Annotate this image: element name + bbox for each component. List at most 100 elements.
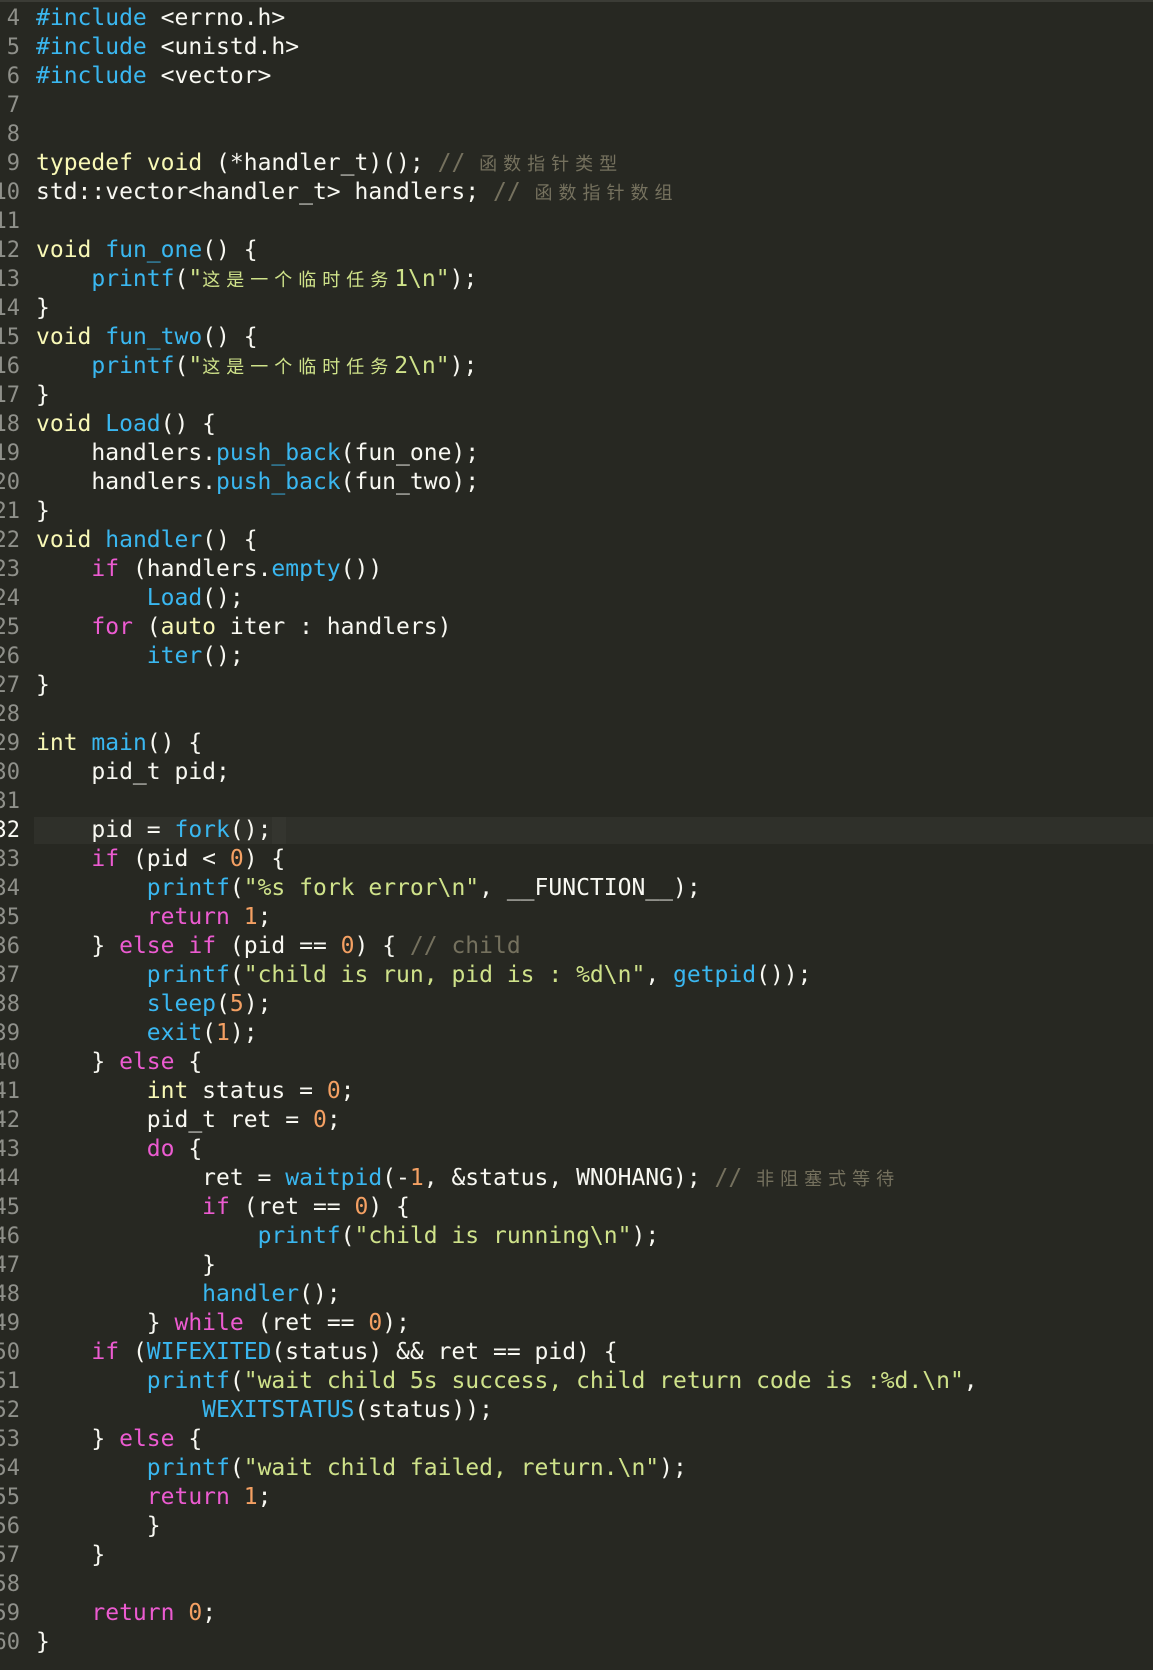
code-line[interactable]: 60}	[0, 1628, 1153, 1657]
line-number: 12	[0, 238, 20, 263]
code-token: ,	[645, 962, 674, 988]
code-token: //	[492, 179, 535, 205]
code-line[interactable]: 42 pid_t ret = 0;	[0, 1106, 1153, 1135]
code-line[interactable]: 25 for (auto iter : handlers)	[0, 613, 1153, 642]
code-line[interactable]: 7	[0, 91, 1153, 120]
code-line[interactable]: 39 exit(1);	[0, 1019, 1153, 1048]
code-line[interactable]: 9 typedef void (*handler_t)(); // 函数指针类型	[0, 149, 1153, 178]
code-line[interactable]: 44 ret = waitpid(-1, &status, WNOHANG); …	[0, 1164, 1153, 1193]
code-token: <vector>	[146, 63, 272, 89]
code-token: }	[36, 933, 120, 959]
code-line[interactable]: 21}	[0, 497, 1153, 526]
code-line[interactable]: 8	[0, 120, 1153, 149]
code-token: (	[174, 266, 189, 292]
code-line[interactable]: 53 } else {	[0, 1425, 1153, 1454]
code-line[interactable]: 19 handlers.push_back(fun_one);	[0, 439, 1153, 468]
code-line[interactable]: 10 std::vector<handler_t> handlers; // 函数…	[0, 178, 1153, 207]
code-line[interactable]: 11	[0, 207, 1153, 236]
code-line[interactable]: 38 sleep(5);	[0, 990, 1153, 1019]
code-line[interactable]: 58	[0, 1570, 1153, 1599]
code-line[interactable]: 47 }	[0, 1251, 1153, 1280]
code-token: else	[119, 933, 175, 959]
code-line[interactable]: 55 return 1;	[0, 1483, 1153, 1512]
code-text: #include <errno.h>	[36, 4, 285, 33]
code-line[interactable]: 13 printf("这是一个临时任务1\n");	[0, 265, 1153, 294]
code-token: );	[631, 1223, 660, 1249]
code-token: printf	[257, 1223, 341, 1249]
code-token: }	[36, 1252, 217, 1278]
code-line[interactable]: 34 printf("%s fork error\n", __FUNCTION_…	[0, 874, 1153, 903]
line-number: 20	[0, 470, 20, 495]
code-line[interactable]: 32 pid = fork();	[0, 816, 1153, 845]
code-line[interactable]: 18 void Load() {	[0, 410, 1153, 439]
code-text: }	[36, 1541, 105, 1570]
code-token: }	[36, 382, 50, 408]
code-area[interactable]: 4 #include <errno.h> 5 #include <unistd.h> 6…	[0, 4, 1153, 1657]
code-line[interactable]: 26 iter();	[0, 642, 1153, 671]
code-token: {	[174, 1049, 203, 1075]
code-token: push_back	[216, 440, 341, 466]
code-line[interactable]: 45 if (ret == 0) {	[0, 1193, 1153, 1222]
code-token: 函数指针类型	[479, 154, 624, 175]
code-line[interactable]: 48 handler();	[0, 1280, 1153, 1309]
code-token: (	[216, 991, 230, 1017]
code-editor[interactable]: 4 #include <errno.h> 5 #include <unistd.h> 6…	[0, 0, 1153, 1670]
code-line[interactable]: 4 #include <errno.h>	[0, 4, 1153, 33]
code-line[interactable]: 35 return 1;	[0, 903, 1153, 932]
code-line[interactable]: 43 do {	[0, 1135, 1153, 1164]
code-line[interactable]: 15 void fun_two() {	[0, 323, 1153, 352]
code-line[interactable]: 57 }	[0, 1541, 1153, 1570]
code-token: void	[36, 527, 92, 553]
code-line[interactable]: 37 printf("child is run, pid is : %d\n",…	[0, 961, 1153, 990]
code-line[interactable]: 33 if (pid < 0) {	[0, 845, 1153, 874]
code-line[interactable]: 31	[0, 787, 1153, 816]
code-line[interactable]: 22 void handler() {	[0, 526, 1153, 555]
code-token: );	[229, 1020, 258, 1046]
line-number: 31	[0, 789, 20, 814]
code-line[interactable]: 14}	[0, 294, 1153, 323]
code-line[interactable]: 54 printf("wait child failed, return.\n"…	[0, 1454, 1153, 1483]
code-line[interactable]: 23 if (handlers.empty())	[0, 555, 1153, 584]
code-line[interactable]: 52 WEXITSTATUS(status));	[0, 1396, 1153, 1425]
code-line[interactable]: 49 } while (ret == 0);	[0, 1309, 1153, 1338]
code-text: Load();	[36, 584, 244, 613]
code-line[interactable]: 28	[0, 700, 1153, 729]
code-line[interactable]: 41 int status = 0;	[0, 1077, 1153, 1106]
code-token: 0	[368, 1310, 383, 1336]
code-line[interactable]: 56 }	[0, 1512, 1153, 1541]
code-token: if	[188, 933, 217, 959]
code-token: getpid	[673, 962, 757, 988]
code-token: (	[229, 875, 244, 901]
code-line[interactable]: 27}	[0, 671, 1153, 700]
code-line[interactable]: 17}	[0, 381, 1153, 410]
code-token: (	[119, 1339, 147, 1365]
code-line[interactable]: 5 #include <unistd.h>	[0, 33, 1153, 62]
code-line[interactable]: 30 pid_t pid;	[0, 758, 1153, 787]
line-number: 13	[0, 267, 20, 292]
code-line[interactable]: 46 printf("child is running\n");	[0, 1222, 1153, 1251]
code-line[interactable]: 50 if (WIFEXITED(status) && ret == pid) …	[0, 1338, 1153, 1367]
code-line[interactable]: 16 printf("这是一个临时任务2\n");	[0, 352, 1153, 381]
code-line[interactable]: 24 Load();	[0, 584, 1153, 613]
code-token: if	[202, 1194, 230, 1220]
code-line[interactable]: 36 } else if (pid == 0) { // child	[0, 932, 1153, 961]
code-line[interactable]: 12 void fun_one() {	[0, 236, 1153, 265]
code-line[interactable]: 51 printf("wait child 5s success, child …	[0, 1367, 1153, 1396]
code-line[interactable]: 29 int main() {	[0, 729, 1153, 758]
code-token: ();	[202, 585, 244, 611]
code-line[interactable]: 59 return 0;	[0, 1599, 1153, 1628]
code-token: );	[449, 353, 478, 379]
code-line[interactable]: 6 #include <vector>	[0, 62, 1153, 91]
code-line[interactable]: 40 } else {	[0, 1048, 1153, 1077]
code-line[interactable]: 20 handlers.push_back(fun_two);	[0, 468, 1153, 497]
code-text: void fun_one() {	[36, 236, 258, 265]
